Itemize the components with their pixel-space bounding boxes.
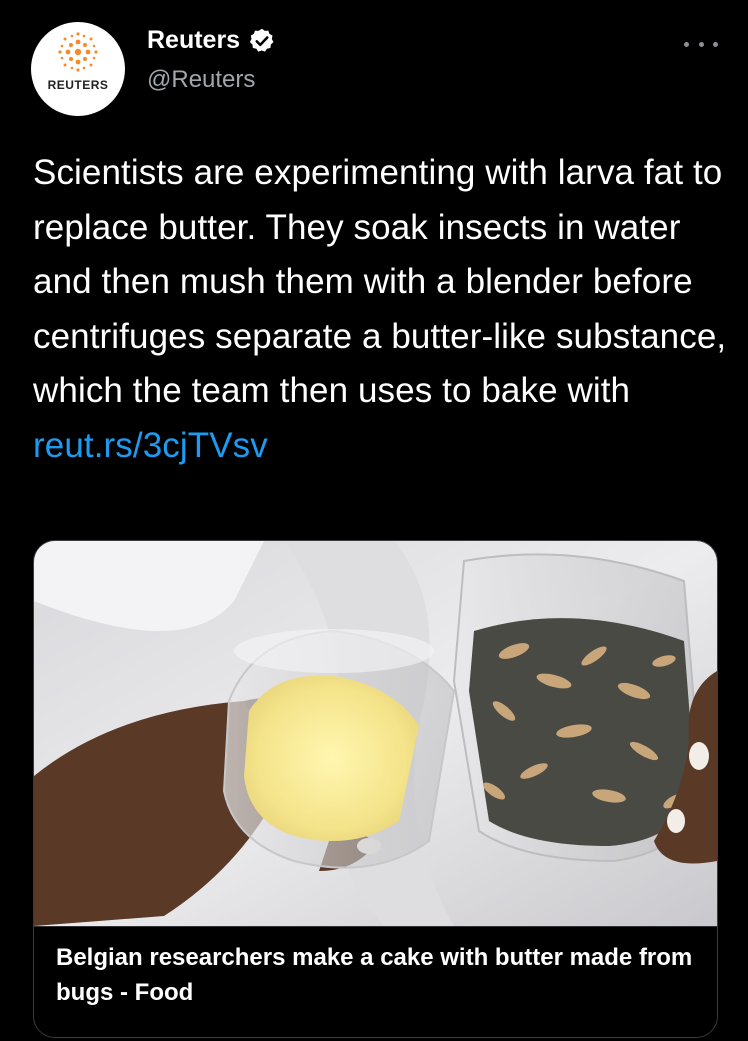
more-options-icon[interactable] [684,36,718,52]
tweet-header: REUTERS Reuters @Reuters [0,0,748,130]
author-name-row[interactable]: Reuters [147,26,276,55]
verified-badge-icon [248,27,276,55]
card-title[interactable]: Belgian researchers make a cake with but… [56,940,696,1010]
tweet-body: Scientists are experimenting with larva … [33,153,727,410]
author-handle[interactable]: @Reuters [147,66,255,94]
link-card[interactable]: Belgian researchers make a cake with but… [33,540,718,1038]
author-name[interactable]: Reuters [147,26,240,55]
card-image[interactable] [34,541,717,926]
reuters-avatar[interactable]: REUTERS [31,22,125,116]
avatar-label: REUTERS [47,78,109,92]
card-caption[interactable]: Belgian researchers make a cake with but… [34,926,717,1037]
tweet-text: Scientists are experimenting with larva … [33,146,733,473]
tweet-link[interactable]: reut.rs/3cjTVsv [33,426,268,465]
reuters-logo-icon [58,32,98,72]
